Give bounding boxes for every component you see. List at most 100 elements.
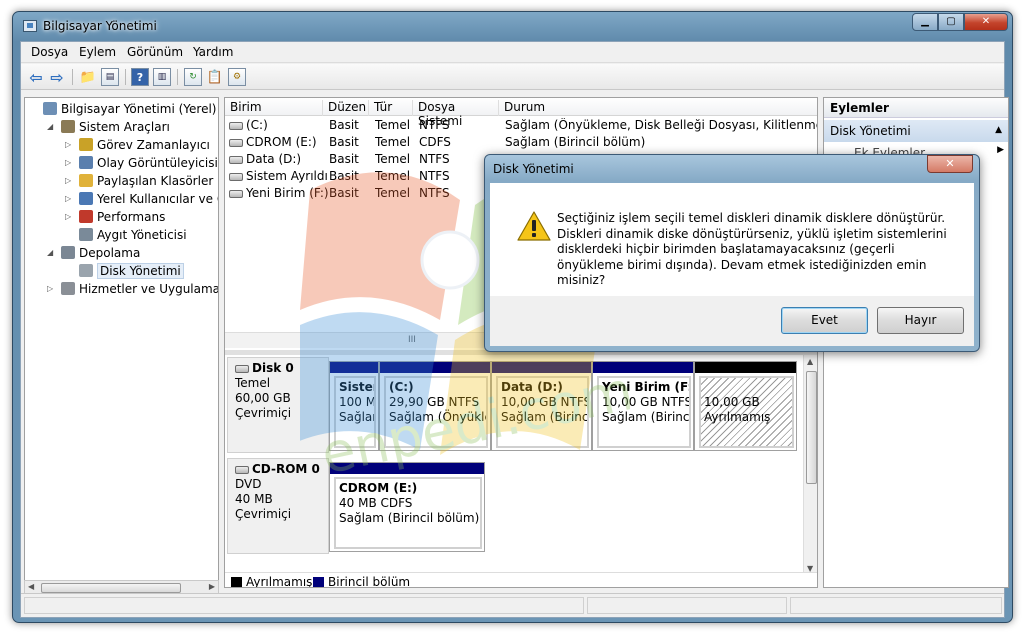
partition-info: Yeni Birim (F:) 10,00 GB NTFS Sağlam (Biri… [597,376,691,448]
menu-yardim[interactable]: Yardım [193,45,233,59]
partition-block[interactable]: CDROM (E:) 40 MB CDFS Sağlam (Birincil böl… [329,462,485,552]
column-duzen[interactable]: Düzen [323,100,369,116]
window-title: Bilgisayar Yönetimi [43,19,157,33]
volume-cell-text: Sistem Ayrıldı [246,169,328,183]
disk-view-vertical-scrollbar[interactable]: ▲ ▼ [803,355,817,575]
yes-button[interactable]: Evet [781,307,868,334]
expander-icon[interactable]: ▷ [65,140,75,149]
rescan-disks-icon[interactable]: ⚙ [228,68,246,86]
tree-item[interactable]: ▷ Hizmetler ve Uygulamalar [47,280,218,297]
tree-item[interactable]: Aygıt Yöneticisi [65,226,187,243]
tree-item[interactable]: ▷ Paylaşılan Klasörler [65,172,213,189]
help-icon[interactable]: ? [131,68,149,86]
column-durum[interactable]: Durum [499,100,817,116]
volume-cell: Basit [329,186,359,200]
status-panel [24,597,584,614]
column-dosya-sistemi[interactable]: Dosya Sistemi [413,100,499,128]
menu-gorunum[interactable]: Görünüm [127,45,183,59]
expander-icon[interactable]: ▷ [47,284,57,293]
expander-icon[interactable]: ▷ [65,212,75,221]
volume-cell: Temel [375,152,410,166]
volume-row[interactable]: CDROM (E:) Basit Temel CDFS Sağlam (Birincil… [225,134,817,151]
volume-cell: Basit [329,169,359,183]
status-panel [790,597,1002,614]
scroll-grip[interactable]: III [408,335,416,345]
submenu-arrow-icon: ▶ [997,145,1004,155]
dialog-close-button[interactable]: ✕ [927,155,973,173]
volume-cell: Basit [329,135,359,149]
minimize-button[interactable]: ▁ [912,13,938,31]
volume-cell-text: Basit [329,118,359,132]
menu-eylem[interactable]: Eylem [79,45,116,59]
tree-item[interactable]: ◢ Depolama [47,244,140,261]
title-bar[interactable]: Bilgisayar Yönetimi ▁ ▢ ✕ [13,12,1012,40]
tree-item[interactable]: ▷ Performans [65,208,165,225]
volume-cell: NTFS [419,152,450,166]
forward-icon[interactable]: ⇨ [48,68,66,87]
volume-cell: Basit [329,118,359,132]
back-icon[interactable]: ⇦ [27,68,45,87]
partition-name: Sisten [339,380,374,394]
column-tur[interactable]: Tür [369,100,413,116]
tree-item-label: Disk Yönetimi [97,262,184,279]
volume-cell-text: Basit [329,152,359,166]
show-hide-tree-icon[interactable]: ▤ [101,68,119,86]
volume-cell-text: Data (D:) [246,152,302,166]
partition-status: Sağlam (Birincil [602,410,691,424]
properties-icon[interactable]: 📋 [206,68,224,86]
partition-status: Sağlam (Birincil [501,410,589,424]
partition-name: Data (D:) [501,380,563,394]
collapse-icon[interactable]: ▲ [995,125,1002,135]
volume-row[interactable]: (C:) Basit Temel NTFS Sağlam (Önyükleme, Dis… [225,117,817,134]
partition-block[interactable]: (C:)29,90 GB NTFSSağlam (Önyüklem [379,361,491,451]
volume-cell: CDFS [419,135,451,149]
tree-item-label: Bilgisayar Yönetimi (Yerel) [61,101,217,116]
volume-cell: NTFS [419,169,450,183]
partition-block[interactable]: Yeni Birim (F:) 10,00 GB NTFS Sağlam (Biri… [592,361,694,451]
expander-icon[interactable]: ▷ [65,158,75,167]
scroll-thumb[interactable] [41,583,181,593]
tree-item[interactable]: ▷ Olay Görüntüleyicisi [65,154,218,171]
disk-type: DVD [235,477,262,491]
disk-name: Disk 0 [252,361,294,375]
expander-icon[interactable]: ◢ [47,248,57,257]
scroll-right-icon[interactable]: ▶ [209,582,215,591]
expander-icon[interactable]: ◢ [47,122,57,131]
volume-cell-text: Temel [375,186,411,200]
dialog-body: Seçtiğiniz işlem seçili temel diskleri d… [490,183,974,296]
tree-item[interactable]: ▷ Görev Zamanlayıcı [65,136,210,153]
refresh-icon[interactable]: ↻ [184,68,202,86]
partition-block[interactable]: Data (D:) 10,00 GB NTFS Sağlam (Birincil [491,361,592,451]
tree-item[interactable]: Disk Yönetimi [65,262,184,279]
scroll-thumb[interactable] [806,371,817,484]
legend-swatch-unallocated [231,577,242,587]
actions-section-disk-management[interactable]: Disk Yönetimi ▲ [824,120,1008,142]
scroll-left-icon[interactable]: ◀ [28,582,34,591]
up-folder-icon[interactable]: 📁 [79,68,97,86]
tree-item[interactable]: ▷ Yerel Kullanıcılar ve Gru [65,190,218,207]
volume-cell-text: Basit [329,186,359,200]
tree-item-label: Aygıt Yöneticisi [97,227,187,242]
tree-item[interactable]: ◢ Sistem Araçları [47,118,170,135]
no-button[interactable]: Hayır [877,307,964,334]
expander-icon[interactable]: ▷ [65,176,75,185]
tree-item[interactable]: Bilgisayar Yönetimi (Yerel) [29,100,216,117]
disk-label[interactable]: CD-ROM 0 DVD 40 MB Çevrimiçi [227,458,329,554]
close-button[interactable]: ✕ [964,13,1008,31]
expander-icon[interactable]: ▷ [65,194,75,203]
partition-block[interactable]: 10,00 GB Ayrılmamış [694,361,797,451]
show-hide-action-pane-icon[interactable]: ▥ [153,68,171,86]
shared-folder-icon [79,174,93,187]
column-birim[interactable]: Birim [225,100,323,116]
disk-label[interactable]: Disk 0 Temel 60,00 GB Çevrimiçi [227,357,329,453]
partition-block[interactable]: Sisten100 MISağlam [329,361,379,451]
scroll-up-icon[interactable]: ▲ [807,357,813,366]
volume-cell: Data (D:) [229,152,301,166]
toolbar-separator [72,69,73,85]
volume-cell: Sistem Ayrıldı [229,169,328,183]
menu-dosya[interactable]: Dosya [31,45,68,59]
volume-cell: Temel [375,186,410,200]
maximize-button[interactable]: ▢ [938,13,964,31]
volume-cell: NTFS [419,186,450,200]
hard-disk-icon [235,364,249,373]
